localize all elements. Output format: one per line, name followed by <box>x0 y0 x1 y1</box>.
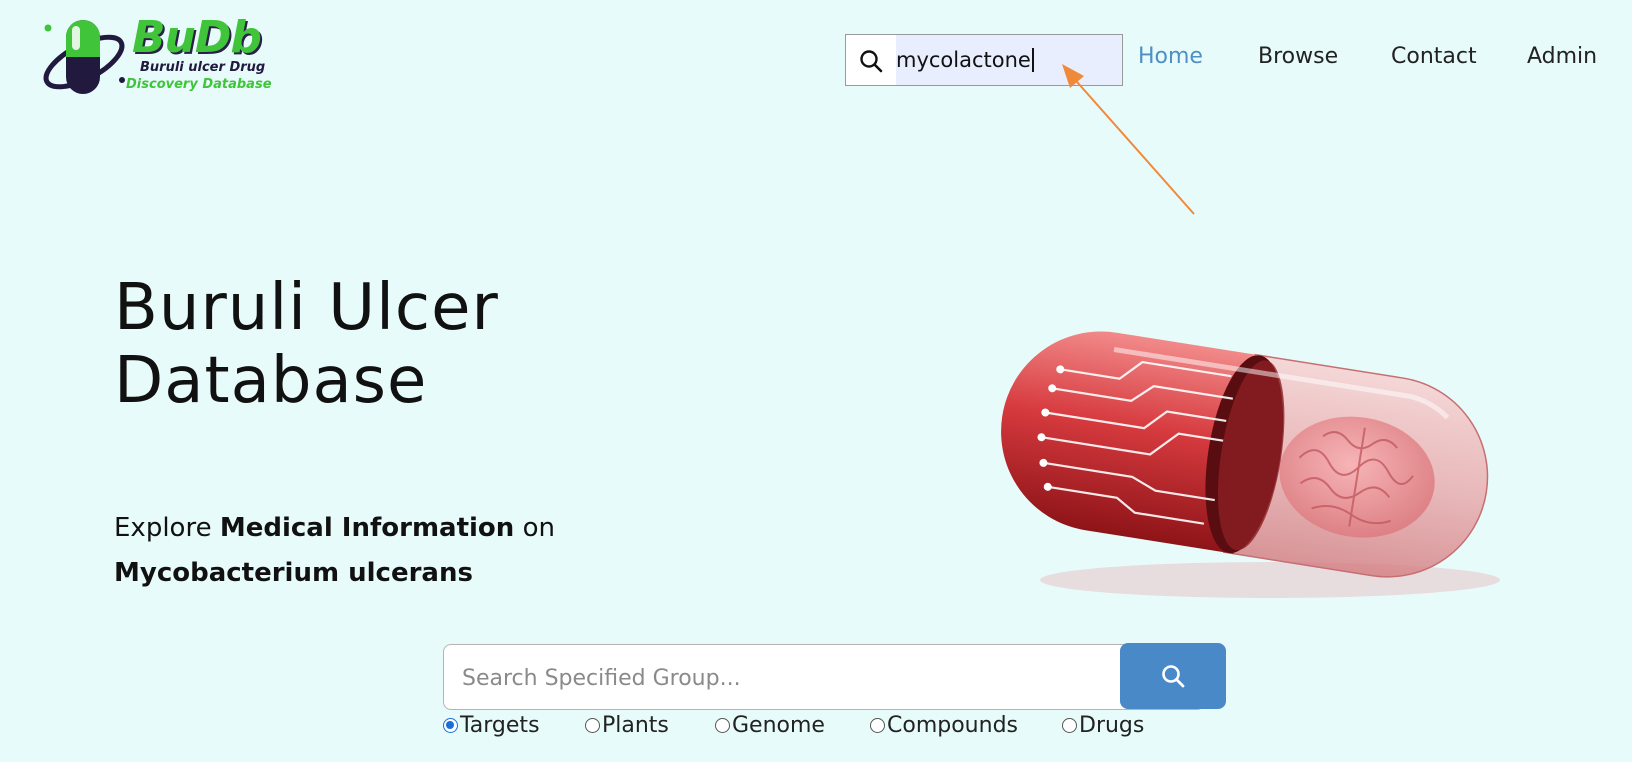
page: BuDb Buruli ulcer Drug Discovery Databas… <box>0 0 1632 762</box>
logo-tagline-1: Buruli ulcer Drug <box>140 60 266 75</box>
radio-label: Plants <box>602 713 669 738</box>
radio-label: Genome <box>732 713 825 738</box>
capsule-brain-illustration <box>1001 331 1500 598</box>
logo-tagline-2: Discovery Database <box>126 77 272 92</box>
hero-sub-bold-2: Mycobacterium ulcerans <box>114 558 473 588</box>
radio-genome[interactable]: Genome <box>715 713 825 738</box>
hero-sub-bold-1: Medical Information <box>219 513 515 543</box>
radio-button[interactable] <box>585 718 600 733</box>
text-caret <box>1031 48 1034 72</box>
search-icon <box>860 50 883 73</box>
radio-label: Targets <box>460 713 540 738</box>
radio-plants[interactable]: Plants <box>585 713 669 738</box>
hero-subtitle: Explore Medical Information on Mycobacte… <box>114 506 555 596</box>
nav-contact[interactable]: Contact <box>1391 44 1477 76</box>
header-search[interactable]: mycolactone <box>845 34 1123 86</box>
radio-button[interactable] <box>715 718 730 733</box>
radio-button[interactable] <box>870 718 885 733</box>
radio-compounds[interactable]: Compounds <box>870 713 1018 738</box>
hero-title: Buruli Ulcer Database <box>114 272 499 418</box>
header-search-value: mycolactone <box>896 48 1031 72</box>
hero-sub-text-2: on <box>514 513 555 543</box>
nav-home[interactable]: Home <box>1138 44 1203 76</box>
search-icon <box>1162 665 1185 688</box>
hero-title-line-1: Buruli Ulcer <box>114 271 499 345</box>
nav-admin[interactable]: Admin <box>1527 44 1597 76</box>
radio-label: Drugs <box>1079 713 1145 738</box>
group-search-bar[interactable] <box>443 643 1226 711</box>
group-search-input[interactable] <box>460 645 1104 711</box>
header-search-input[interactable]: mycolactone <box>896 35 1122 85</box>
radio-button[interactable] <box>1062 718 1077 733</box>
radio-button[interactable] <box>443 718 458 733</box>
radio-label: Compounds <box>887 713 1018 738</box>
logo-capsule-icon <box>43 20 125 94</box>
logo-wordmark: BuDb <box>132 12 262 63</box>
radio-drugs[interactable]: Drugs <box>1062 713 1144 738</box>
group-search-button[interactable] <box>1120 643 1226 709</box>
nav-browse[interactable]: Browse <box>1258 44 1338 76</box>
hero-title-line-2: Database <box>114 344 428 418</box>
site-logo[interactable]: BuDb Buruli ulcer Drug Discovery Databas… <box>40 14 300 98</box>
hero-sub-text-1: Explore <box>114 513 220 543</box>
radio-targets[interactable]: Targets <box>443 713 540 738</box>
